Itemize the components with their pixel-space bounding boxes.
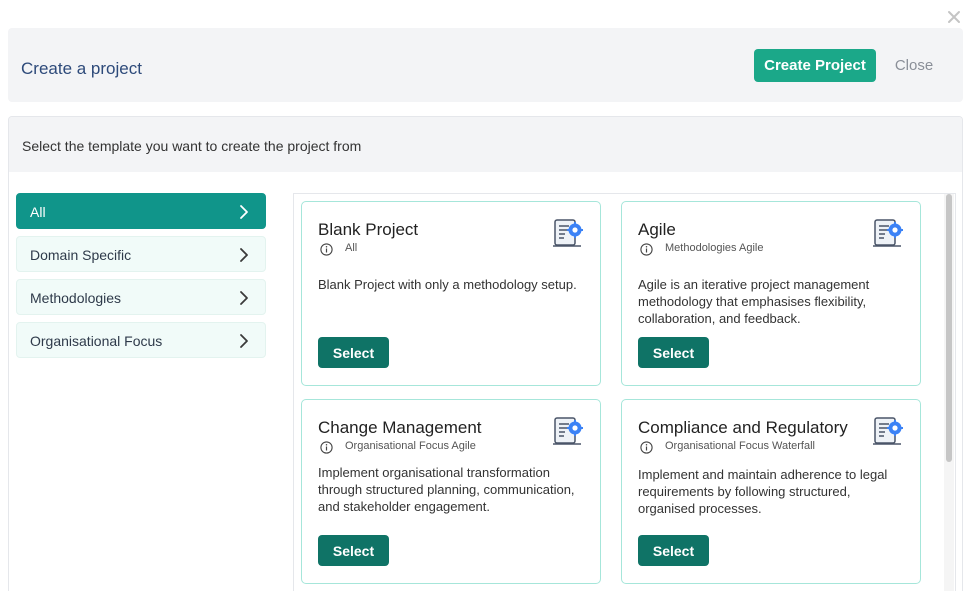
close-button[interactable]: Close (886, 49, 942, 82)
category-label: All (30, 204, 46, 220)
chevron-right-icon (237, 289, 251, 307)
close-icon[interactable] (944, 7, 964, 27)
create-project-button[interactable]: Create Project (754, 49, 876, 82)
template-grid: Blank Project All Blank Project with onl… (293, 193, 956, 591)
page-title: Create a project (21, 59, 142, 78)
info-icon (640, 243, 653, 256)
card-title: Change Management (318, 418, 482, 437)
card-description: Implement organisational transformation … (318, 465, 575, 514)
category-label: Organisational Focus (30, 333, 163, 349)
category-item-domain-specific[interactable]: Domain Specific (16, 236, 266, 272)
category-label: Domain Specific (30, 247, 132, 263)
card-tags-text: Methodologies Agile (665, 242, 764, 254)
category-label: Methodologies (30, 290, 122, 306)
category-item-organisational-focus[interactable]: Organisational Focus (16, 322, 266, 358)
category-item-all[interactable]: All (16, 193, 266, 229)
select-button[interactable]: Select (318, 337, 389, 368)
modal-header: Create a project Create Project Close (8, 28, 963, 102)
card-title: Blank Project (318, 220, 419, 239)
card-description: Implement and maintain adherence to lega… (638, 467, 888, 516)
scrollbar-thumb[interactable] (946, 194, 952, 462)
chevron-right-icon (237, 203, 251, 221)
card-tags-text: Organisational Focus Waterfall (665, 440, 815, 452)
instructions-text: Select the template you want to create t… (22, 138, 362, 154)
card-tags-text: Organisational Focus Agile (345, 440, 476, 452)
card-title: Compliance and Regulatory (638, 418, 848, 437)
template-picker: Select the template you want to create t… (8, 116, 963, 591)
card-description: Blank Project with only a methodology se… (318, 277, 577, 292)
document-gear-icon (871, 415, 905, 449)
category-list: All Domain Specific Methodologies Organi… (16, 193, 266, 365)
card-title: Agile (638, 220, 676, 239)
chevron-right-icon (237, 332, 251, 350)
select-button[interactable]: Select (318, 535, 389, 566)
info-icon (320, 243, 333, 256)
card-tags-text: All (345, 242, 358, 254)
document-gear-icon (551, 217, 585, 251)
document-gear-icon (551, 415, 585, 449)
info-icon (320, 441, 333, 454)
template-card-compliance-and-regulatory: Compliance and Regulatory Organisational… (621, 399, 921, 584)
chevron-right-icon (237, 246, 251, 264)
info-icon (640, 441, 653, 454)
template-card-blank-project: Blank Project All Blank Project with onl… (301, 201, 601, 386)
template-card-change-management: Change Management Organisational Focus A… (301, 399, 601, 584)
document-gear-icon (871, 217, 905, 251)
template-card-agile: Agile Methodologies Agile Agile is an it… (621, 201, 921, 386)
create-project-modal: Create a project Create Project Close Se… (0, 0, 970, 591)
template-instructions: Select the template you want to create t… (9, 117, 962, 172)
card-description: Agile is an iterative project management… (638, 277, 870, 326)
category-item-methodologies[interactable]: Methodologies (16, 279, 266, 315)
select-button[interactable]: Select (638, 535, 709, 566)
scrollbar[interactable] (944, 194, 954, 591)
select-button[interactable]: Select (638, 337, 709, 368)
